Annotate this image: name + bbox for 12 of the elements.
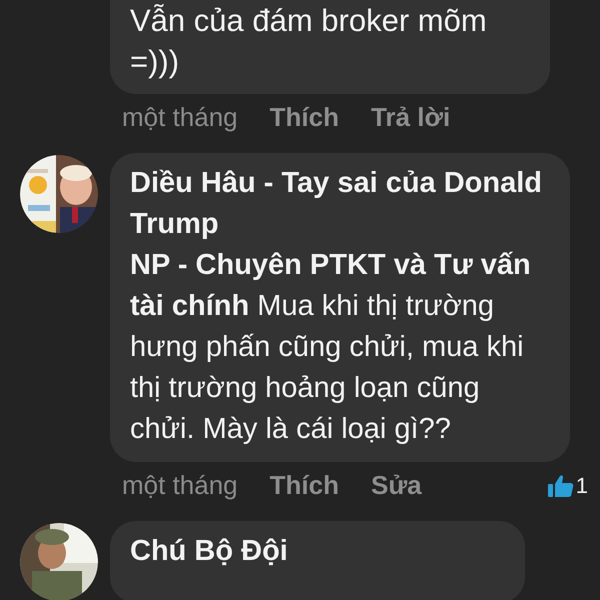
- comment-action[interactable]: Thích: [270, 470, 339, 501]
- like-count: 1: [576, 472, 588, 498]
- thumbs-up-icon: [548, 474, 574, 498]
- comment-action[interactable]: Sửa: [370, 470, 422, 501]
- commenter-name[interactable]: Chú Bộ Đội: [130, 531, 505, 572]
- comment-action[interactable]: Trả lời: [370, 102, 450, 133]
- comment-text: NP - Chuyên PTKT và Tư vấn tài chính Mua khi thị trường hưng phấn cũng chửi, mua khi thị trường hoảng loạn cũng chửi. Mày là cái loại gì??: [130, 248, 532, 447]
- commenter-name[interactable]: Diều Hâu - Tay sai của Donald Trump: [130, 163, 550, 245]
- comment-time: một tháng: [122, 102, 238, 133]
- comment-action[interactable]: Thích: [270, 102, 339, 133]
- comment-text: Vẫn của đám broker mõm =))): [130, 2, 488, 81]
- comment-time: một tháng: [122, 470, 238, 501]
